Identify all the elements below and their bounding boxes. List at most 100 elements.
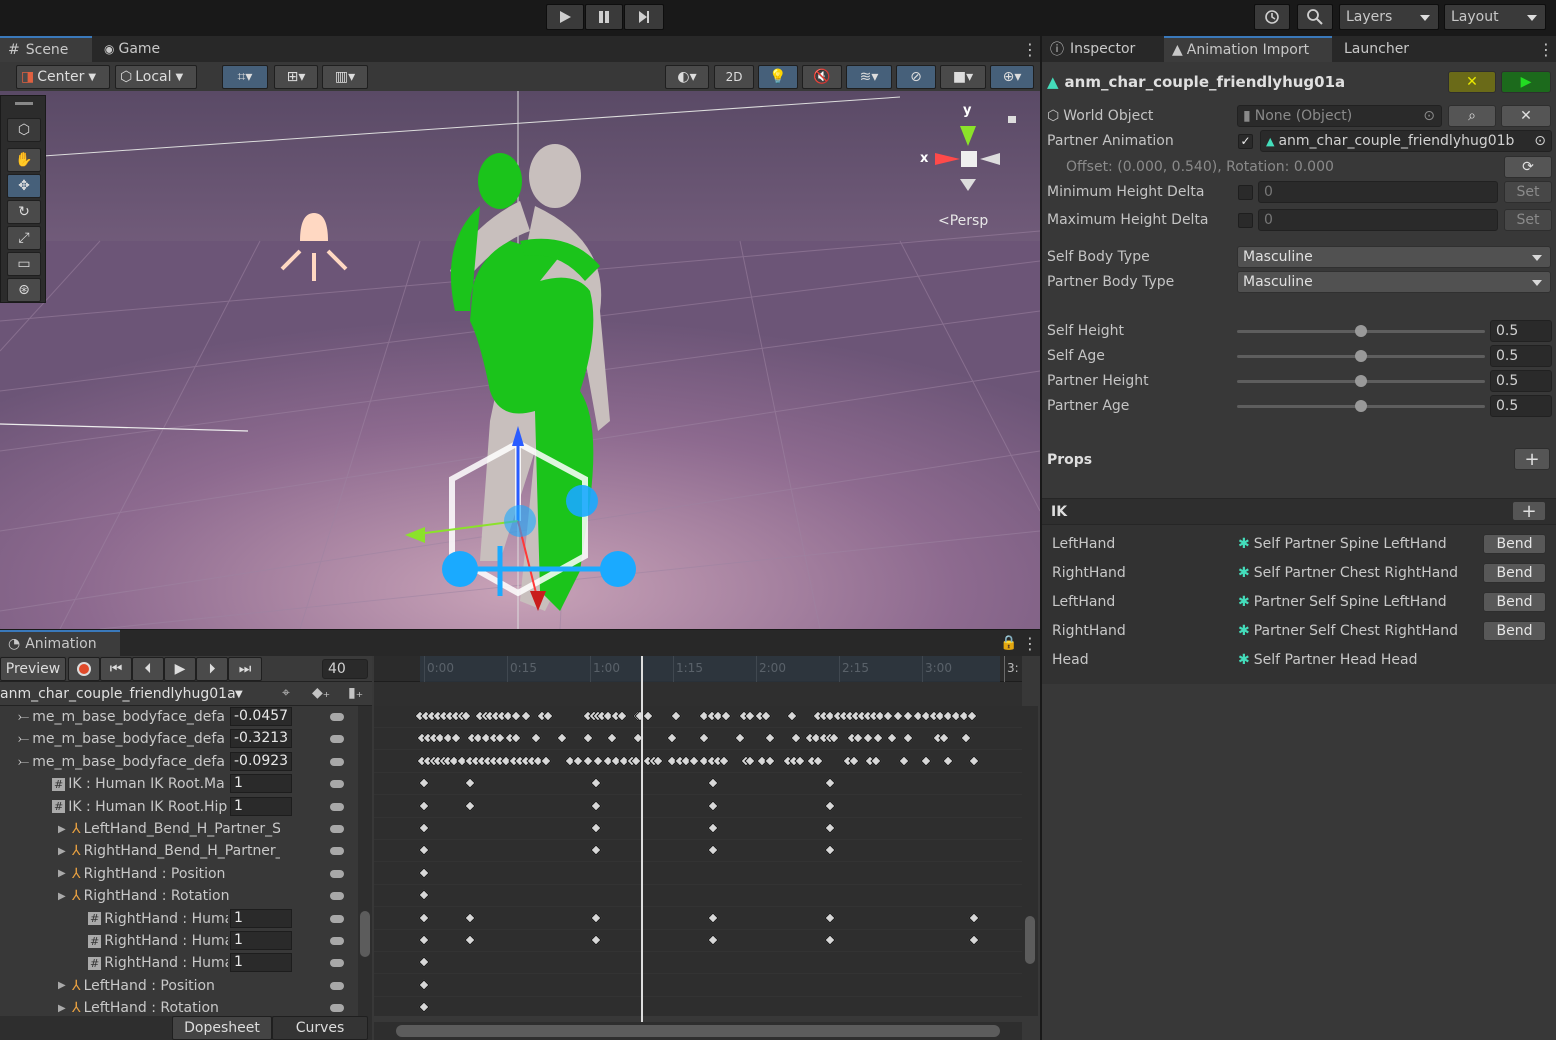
tab-launcher[interactable]: Launcher: [1336, 36, 1420, 62]
property-row[interactable]: ▶ ⅄LeftHand_Bend_H_Partner_Self_Spir: [0, 818, 372, 840]
add-event-icon[interactable]: ▮₊: [348, 685, 363, 701]
curves-tab[interactable]: Curves: [272, 1016, 368, 1040]
keyframe[interactable]: [418, 822, 430, 834]
keyframe-filter-icon[interactable]: ⌖: [282, 685, 290, 701]
step-button[interactable]: [624, 4, 664, 30]
slider-value-field[interactable]: 0.5: [1490, 320, 1552, 342]
slider-value-field[interactable]: 0.5: [1490, 345, 1552, 367]
next-frame-button[interactable]: ⏵: [196, 657, 228, 681]
keyframe[interactable]: [450, 732, 462, 745]
keyframe[interactable]: [418, 934, 430, 946]
keyframe[interactable]: [920, 755, 932, 767]
search-button[interactable]: [1297, 4, 1333, 30]
tab-inspector[interactable]: ⓘ Inspector: [1042, 36, 1160, 62]
min-height-field[interactable]: 0: [1258, 181, 1498, 203]
property-row[interactable]: # IK : Human IK Root.Hip 1: [0, 796, 372, 818]
keyframe[interactable]: [464, 799, 476, 812]
keyframe[interactable]: [938, 732, 950, 745]
keyframe[interactable]: [418, 867, 430, 879]
property-options-button[interactable]: [330, 780, 344, 789]
keyframe[interactable]: [968, 755, 980, 767]
record-button[interactable]: [68, 657, 100, 681]
mode-2d-button[interactable]: 2D: [714, 65, 754, 89]
max-height-field[interactable]: 0: [1258, 209, 1498, 231]
clip-dropdown[interactable]: anm_char_couple_friendlyhug01a ▼: [0, 682, 250, 706]
keyframe[interactable]: [786, 710, 798, 722]
expand-arrow-icon[interactable]: ▶: [58, 846, 66, 857]
property-options-button[interactable]: [330, 869, 344, 878]
property-options-button[interactable]: [330, 757, 344, 766]
bend-button[interactable]: Bend: [1483, 534, 1546, 554]
keyframe[interactable]: [418, 844, 430, 857]
rotate-tool-icon[interactable]: ↻: [7, 200, 41, 224]
keyframe[interactable]: [707, 844, 719, 857]
dopesheet-tab[interactable]: Dopesheet: [172, 1016, 272, 1040]
tab-animation[interactable]: ◔ Animation: [0, 630, 120, 656]
property-row[interactable]: ▶ ⅄ RightHand : Position: [0, 863, 372, 885]
property-options-button[interactable]: [330, 981, 344, 990]
property-row[interactable]: ▶ ⅄ LeftHand : Position: [0, 975, 372, 997]
animation-lock-icon[interactable]: 🔒: [992, 630, 1017, 656]
keyframe[interactable]: [590, 777, 602, 789]
slider-knob[interactable]: [1355, 325, 1367, 337]
min-height-checkbox[interactable]: [1238, 185, 1253, 200]
property-row[interactable]: ▶ ⅄RightHand_Bend_H_Partner_Self_Ch: [0, 840, 372, 862]
grid-snap-button[interactable]: ⌗▾: [222, 65, 268, 89]
expand-arrow-icon[interactable]: ▶: [58, 824, 66, 835]
keyframe[interactable]: [590, 799, 602, 812]
property-value-field[interactable]: -0.0457: [230, 707, 292, 726]
keyframe[interactable]: [590, 822, 602, 834]
slider-value-field[interactable]: 0.5: [1490, 395, 1552, 417]
gizmos-button[interactable]: ⊕▾: [990, 65, 1034, 89]
add-prop-button[interactable]: +: [1514, 448, 1550, 470]
view-tool-icon[interactable]: ⬡: [7, 118, 41, 142]
keyframe[interactable]: [824, 911, 836, 924]
property-value-field[interactable]: 1: [230, 953, 292, 973]
scene-viewport[interactable]: y x <Persp ⬡ ✋ ✥ ↻ ⤢ ▭ ⊛: [0, 91, 1040, 629]
keyframe[interactable]: [464, 777, 476, 789]
keyframe[interactable]: [824, 822, 836, 834]
keyframe[interactable]: [968, 934, 980, 946]
property-options-button[interactable]: [330, 1004, 344, 1013]
move-tool-icon[interactable]: ✥: [7, 174, 41, 198]
property-row[interactable]: ⤚ me_m_base_bodyface_defa -0.0923: [0, 751, 372, 773]
keyframe[interactable]: [540, 755, 552, 767]
scene-menu-button[interactable]: ⋮: [1014, 36, 1038, 62]
property-value-field[interactable]: -0.0923: [230, 751, 292, 771]
property-row[interactable]: # RightHand : Huma 1: [0, 930, 372, 952]
play-animation-button[interactable]: ▶: [164, 657, 196, 681]
partner-body-dropdown[interactable]: Masculine: [1237, 271, 1551, 293]
keyframe[interactable]: [520, 710, 532, 722]
keyframe[interactable]: [418, 889, 430, 901]
property-value-field[interactable]: 1: [230, 796, 292, 816]
keyframe[interactable]: [872, 732, 884, 745]
property-row[interactable]: ⤚ me_m_base_bodyface_defa -0.0457: [0, 706, 372, 728]
timeline-hscroll-thumb[interactable]: [396, 1025, 1000, 1037]
slider-knob[interactable]: [1355, 350, 1367, 362]
property-row[interactable]: ▶ ⅄ RightHand : Rotation: [0, 885, 372, 907]
keyframe[interactable]: [670, 710, 682, 722]
transform-tool-icon[interactable]: ⊛: [7, 278, 41, 302]
bend-button[interactable]: Bend: [1483, 563, 1546, 583]
tab-animation-import[interactable]: ▲ Animation Import: [1164, 36, 1332, 62]
property-value-field[interactable]: -0.3213: [230, 729, 292, 749]
audio-button[interactable]: 🔇: [802, 65, 842, 89]
play-button[interactable]: [546, 4, 584, 30]
inspector-menu-button[interactable]: ⋮: [1530, 36, 1554, 62]
property-scrollbar[interactable]: [358, 706, 372, 1016]
visibility-button[interactable]: ⊘: [896, 65, 936, 89]
keyframe[interactable]: [790, 732, 802, 745]
property-value-field[interactable]: 1: [230, 931, 292, 950]
run-button[interactable]: ▶: [1501, 71, 1551, 93]
keyframe[interactable]: [734, 732, 746, 745]
keyframe[interactable]: [418, 1001, 430, 1013]
bend-button[interactable]: Bend: [1483, 592, 1546, 612]
increment-snap-button[interactable]: ⊞▾: [274, 65, 318, 89]
property-row[interactable]: # RightHand : Huma 1: [0, 908, 372, 930]
hand-tool-icon[interactable]: ✋: [7, 148, 41, 172]
min-height-set-button[interactable]: Set: [1504, 181, 1552, 203]
property-value-field[interactable]: 1: [230, 774, 292, 794]
keyframe[interactable]: [966, 710, 978, 722]
space-dropdown[interactable]: ⬡ Local ▼: [115, 65, 197, 89]
bend-button[interactable]: Bend: [1483, 621, 1546, 641]
